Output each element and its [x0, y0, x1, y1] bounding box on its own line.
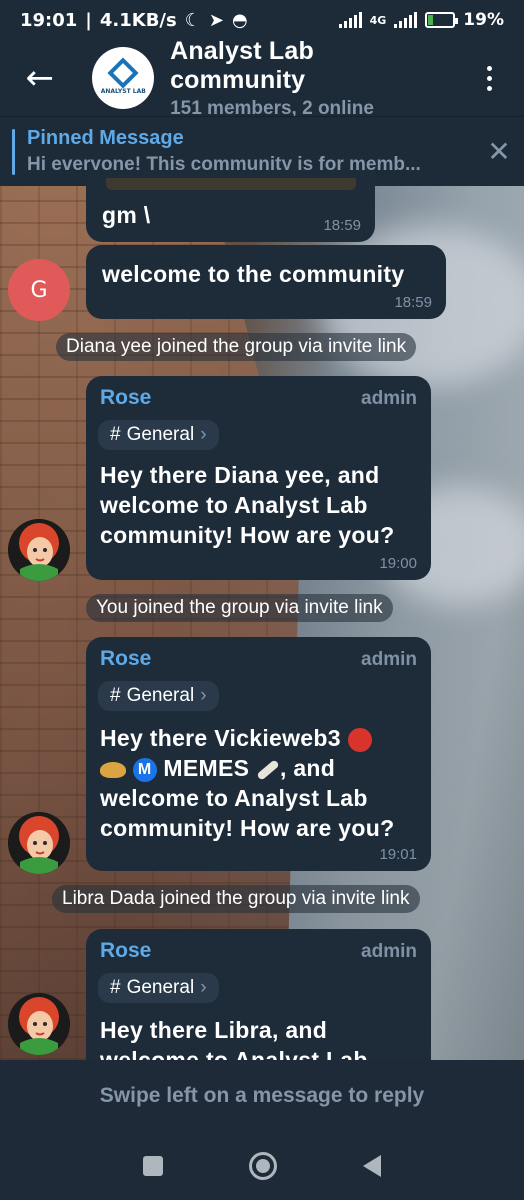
message-time: 19:00 [379, 555, 417, 572]
message-text: Hey there Vickieweb3 M MEMES , and welco… [100, 723, 425, 843]
avatar[interactable] [8, 993, 70, 1055]
message-text: welcome to the community [102, 261, 405, 287]
message-bubble[interactable]: welcome to the community 18:59 [86, 245, 446, 319]
avatar[interactable] [8, 519, 70, 581]
fortune-cookie-icon [100, 761, 126, 778]
arrow-left-icon: ← [25, 58, 54, 98]
signal-icon [338, 12, 362, 28]
pinned-indicator [12, 128, 15, 175]
message-time: 18:59 [394, 294, 432, 311]
message-bubble[interactable]: Rose admin # General › Hey there Diana y… [86, 376, 431, 580]
more-vertical-icon [486, 65, 492, 71]
more-menu-button[interactable] [454, 40, 524, 116]
hashtag-icon: # [110, 424, 121, 445]
status-time: 19:01 [20, 9, 78, 31]
hashtag-icon: # [110, 977, 121, 998]
battery-percent: 19% [463, 10, 504, 30]
pinned-title: Pinned Message [27, 127, 184, 149]
rose-avatar-icon [8, 519, 70, 581]
system-back-button[interactable] [363, 1155, 381, 1177]
topic-name: General [126, 685, 195, 706]
message-line: welcome to Analyst Lab community! How ar… [100, 785, 395, 841]
reply-hint-bar[interactable]: Swipe left on a message to reply [0, 1060, 524, 1132]
reply-hint-text: Swipe left on a message to reply [99, 1084, 425, 1107]
tomato-icon [347, 727, 372, 752]
message-line: Hey there Libra, and [100, 1017, 328, 1043]
sender-role: admin [361, 941, 417, 962]
topic-chip[interactable]: # General › [98, 681, 219, 711]
status-bar: 19:01 | 4.1KB/s ☾ ➤ ◓ 4G 19% [0, 0, 524, 40]
topic-name: General [126, 977, 195, 998]
telegram-icon: ➤ [208, 9, 224, 31]
avatar-initial: G [30, 277, 48, 303]
message-line: Hey there Vickieweb3 [100, 725, 341, 751]
moon-icon: ☾ [184, 9, 201, 31]
close-icon[interactable]: ✕ [474, 135, 524, 168]
group-avatar[interactable]: ANALYST LAB [92, 47, 155, 109]
message-time: 18:59 [323, 217, 361, 234]
message-bubble[interactable]: Rose admin # General › Hey there Vickiew… [86, 637, 431, 871]
sender-role: admin [361, 649, 417, 670]
service-message: You joined the group via invite link [86, 594, 393, 622]
sender-name[interactable]: Rose [100, 647, 151, 671]
topic-chip[interactable]: # General › [98, 420, 219, 450]
message-text: gm \ [102, 202, 151, 228]
service-message: Libra Dada joined the group via invite l… [52, 885, 420, 913]
m-circle-icon: M [132, 757, 157, 782]
analyst-lab-logo-icon [107, 56, 139, 89]
hashtag-icon: # [110, 685, 121, 706]
chat-title: Analyst Lab community [170, 36, 314, 94]
battery-fill [428, 15, 434, 25]
back-button[interactable]: ← [0, 40, 79, 116]
sender-name[interactable]: Rose [100, 386, 151, 410]
bone-icon [256, 759, 280, 781]
rose-avatar-icon [8, 812, 70, 874]
sender-name[interactable]: Rose [100, 939, 151, 963]
avatar[interactable]: G [8, 259, 70, 321]
rose-avatar-icon [8, 993, 70, 1055]
avatar[interactable] [8, 812, 70, 874]
message-bubble[interactable]: gm \ 18:59 [86, 170, 375, 242]
signal-icon-2 [394, 12, 418, 28]
status-speed: 4.1KB/s [99, 9, 177, 31]
chevron-right-icon: › [200, 977, 207, 998]
service-message: Diana yee joined the group via invite li… [56, 333, 417, 361]
chevron-right-icon: › [200, 424, 207, 445]
chevron-right-icon: › [200, 685, 207, 706]
chat-header: ← ANALYST LAB Analyst Lab community 151 … [0, 37, 524, 119]
message-line: , and [279, 755, 336, 781]
reply-preview [106, 178, 356, 190]
status-divider: | [85, 9, 92, 31]
home-button[interactable] [249, 1152, 277, 1180]
game-icon: ◓ [231, 9, 248, 31]
topic-name: General [126, 424, 195, 445]
system-nav-bar [0, 1132, 524, 1200]
recents-button[interactable] [143, 1156, 163, 1176]
topic-chip[interactable]: # General › [98, 973, 219, 1003]
message-text: Hey there Diana yee, and welcome to Anal… [100, 462, 395, 548]
chat-title-area[interactable]: Analyst Lab community 151 members, 2 onl… [170, 37, 454, 120]
avatar-logo-text: ANALYST LAB [100, 87, 146, 95]
sender-role: admin [361, 388, 417, 409]
battery-icon [425, 12, 459, 28]
network-type: 4G [369, 13, 387, 27]
message-line: MEMES [163, 755, 250, 781]
message-time: 19:01 [379, 846, 417, 863]
